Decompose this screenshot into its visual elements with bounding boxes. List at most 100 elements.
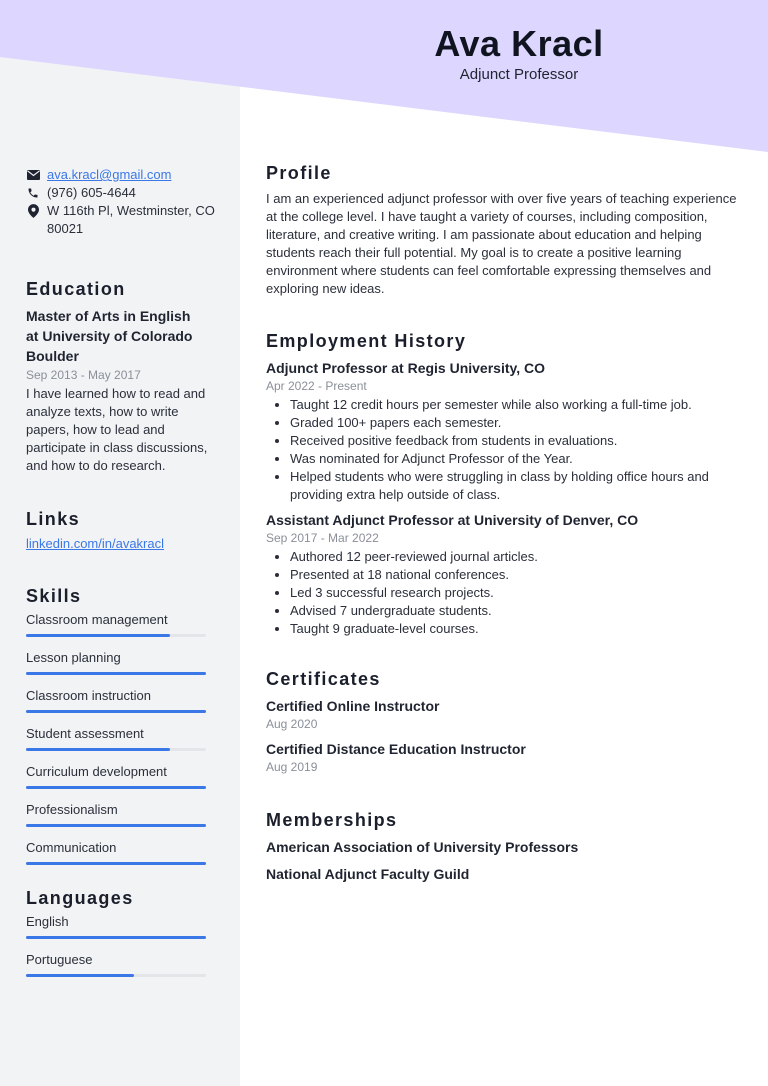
- certificates-list: Certified Online Instructor Aug 2020 Certi…: [266, 696, 746, 776]
- job-dates: Sep 2017 - Mar 2022: [266, 531, 379, 545]
- level-bar-fill: [26, 672, 206, 675]
- certificate-name: Certified Distance Education Instructor: [266, 741, 526, 757]
- job-bullets: Taught 12 credit hours per semester whil…: [266, 396, 746, 504]
- skill-item: Student assessment: [26, 725, 216, 751]
- languages-list: English Portuguese: [26, 913, 216, 977]
- profile-text: I am an experienced adjunct professor wi…: [266, 191, 737, 296]
- skills-list: Classroom management Lesson planning Class…: [26, 611, 216, 865]
- skill-name: Communication: [26, 840, 117, 855]
- skills-section: Skills Classroom management Lesson planni…: [26, 585, 216, 865]
- level-bar-fill: [26, 748, 170, 751]
- level-bar: [26, 672, 206, 675]
- level-bar-fill: [26, 634, 170, 637]
- email-link[interactable]: ava.kracl@gmail.com: [47, 166, 171, 184]
- skill-item: Lesson planning: [26, 649, 216, 675]
- job-bullet: Was nominated for Adjunct Professor of t…: [290, 450, 746, 468]
- job-bullet: Taught 12 credit hours per semester whil…: [290, 396, 746, 414]
- level-bar-fill: [26, 974, 134, 977]
- job-bullet: Presented at 18 national conferences.: [290, 566, 746, 584]
- main-content: Profile I am an experienced adjunct prof…: [266, 162, 746, 884]
- address-line-1: W 116th Pl, Westminster, CO: [47, 203, 215, 218]
- jobs-list: Adjunct Professor at Regis University, C…: [266, 358, 746, 638]
- languages-section: Languages English Portuguese: [26, 887, 216, 977]
- candidate-title: Adjunct Professor: [459, 66, 579, 83]
- level-bar: [26, 786, 206, 789]
- job-entry: Adjunct Professor at Regis University, C…: [266, 358, 746, 504]
- skill-name: Classroom instruction: [26, 688, 151, 703]
- language-name: Portuguese: [26, 952, 93, 967]
- resume-header: Ava Kracl Adjunct Professor: [240, 22, 768, 84]
- memberships-heading: Memberships: [266, 810, 398, 830]
- education-degree: Master of Arts in English at University …: [26, 306, 216, 366]
- certificate-name: Certified Online Instructor: [266, 698, 440, 714]
- level-bar-fill: [26, 936, 206, 939]
- contact-address: W 116th Pl, Westminster, CO 80021: [26, 202, 216, 238]
- job-bullets: Authored 12 peer-reviewed journal articl…: [266, 548, 746, 638]
- degree-line-3: Boulder: [26, 348, 79, 364]
- profile-section: Profile I am an experienced adjunct prof…: [266, 162, 746, 298]
- links-heading: Links: [26, 509, 81, 529]
- skill-name: Student assessment: [26, 726, 144, 741]
- skill-item: Communication: [26, 839, 216, 865]
- certificates-heading: Certificates: [266, 669, 381, 689]
- envelope-icon: [26, 166, 40, 184]
- skill-name: Classroom management: [26, 612, 168, 627]
- job-bullet: Helped students who were struggling in c…: [290, 468, 746, 504]
- skill-name: Professionalism: [26, 802, 118, 817]
- job-bullet: Taught 9 graduate-level courses.: [290, 620, 746, 638]
- level-bar-fill: [26, 786, 206, 789]
- phone-number: (976) 605-4644: [47, 185, 136, 200]
- membership-item: American Association of University Profe…: [266, 839, 579, 855]
- degree-line-2: at University of Colorado: [26, 328, 193, 344]
- profile-heading: Profile: [266, 163, 332, 183]
- level-bar: [26, 862, 206, 865]
- education-heading: Education: [26, 279, 126, 299]
- skill-item: Classroom management: [26, 611, 216, 637]
- linkedin-link[interactable]: linkedin.com/in/avakracl: [26, 536, 164, 551]
- certificate-date: Aug 2019: [266, 760, 318, 774]
- certificate-entry: Certified Distance Education Instructor A…: [266, 739, 746, 776]
- degree-line-1: Master of Arts in English: [26, 308, 191, 324]
- membership-item: National Adjunct Faculty Guild: [266, 866, 470, 882]
- level-bar: [26, 748, 206, 751]
- certificate-date: Aug 2020: [266, 717, 318, 731]
- employment-heading: Employment History: [266, 331, 467, 351]
- memberships-list: American Association of University Profe…: [266, 837, 746, 884]
- candidate-name: Ava Kracl: [434, 23, 604, 64]
- languages-heading: Languages: [26, 888, 134, 908]
- contact-email: ava.kracl@gmail.com: [26, 166, 216, 184]
- job-entry: Assistant Adjunct Professor at Universit…: [266, 510, 746, 638]
- map-pin-icon: [26, 202, 40, 220]
- level-bar: [26, 974, 206, 977]
- memberships-section: Memberships American Association of Univ…: [266, 809, 746, 884]
- skill-item: Curriculum development: [26, 763, 216, 789]
- job-title: Assistant Adjunct Professor at Universit…: [266, 512, 639, 528]
- certificate-entry: Certified Online Instructor Aug 2020: [266, 696, 746, 733]
- certificates-section: Certificates Certified Online Instructor…: [266, 668, 746, 776]
- level-bar: [26, 936, 206, 939]
- skills-heading: Skills: [26, 586, 82, 606]
- language-item: English: [26, 913, 216, 939]
- employment-section: Employment History Adjunct Professor at …: [266, 330, 746, 638]
- job-title: Adjunct Professor at Regis University, C…: [266, 360, 546, 376]
- level-bar-fill: [26, 824, 206, 827]
- phone-icon: [26, 184, 40, 202]
- skill-name: Curriculum development: [26, 764, 167, 779]
- education-description: I have learned how to read and analyze t…: [26, 386, 208, 473]
- address: W 116th Pl, Westminster, CO 80021: [47, 202, 215, 238]
- education-dates: Sep 2013 - May 2017: [26, 368, 141, 382]
- language-item: Portuguese: [26, 951, 216, 977]
- skill-item: Professionalism: [26, 801, 216, 827]
- level-bar: [26, 710, 206, 713]
- address-line-2: 80021: [47, 221, 84, 236]
- job-dates: Apr 2022 - Present: [266, 379, 367, 393]
- education-section: Education Master of Arts in English at U…: [26, 278, 216, 475]
- sidebar: ava.kracl@gmail.com (976) 605-4644 W 116…: [26, 166, 216, 989]
- level-bar-fill: [26, 862, 206, 865]
- language-name: English: [26, 914, 69, 929]
- level-bar: [26, 634, 206, 637]
- job-bullet: Led 3 successful research projects.: [290, 584, 746, 602]
- skill-name: Lesson planning: [26, 650, 121, 665]
- contact-phone: (976) 605-4644: [26, 184, 216, 202]
- level-bar-fill: [26, 710, 206, 713]
